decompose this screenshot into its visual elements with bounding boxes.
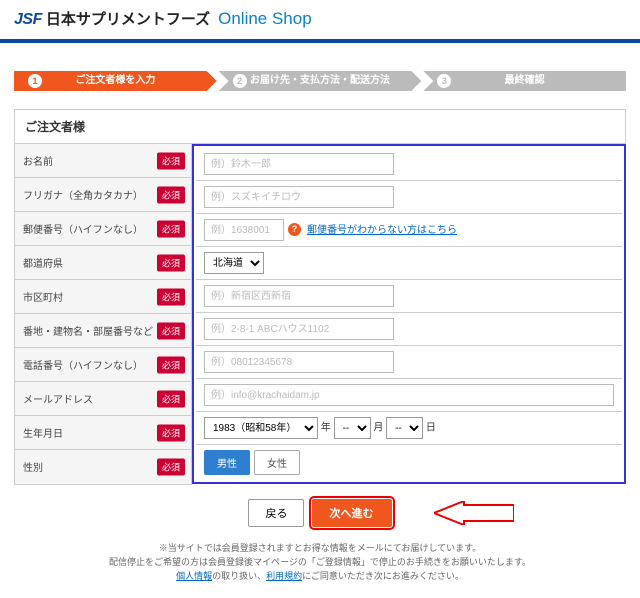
customer-form: お名前必須 ? 郵便番号がわからない方はこちら 北海道 1983（昭和58年） bbox=[14, 143, 626, 485]
step-3: 3最終確認 bbox=[423, 71, 626, 91]
step-1: 1ご注文者様を入力 bbox=[14, 71, 217, 91]
progress-steps: 1ご注文者様を入力 2お届け先・支払方法・配送方法 3最終確認 bbox=[14, 71, 626, 91]
email-input[interactable] bbox=[204, 384, 614, 406]
label-birth: 生年月日必須 bbox=[15, 416, 192, 450]
back-button[interactable]: 戻る bbox=[248, 499, 304, 527]
step-2: 2お届け先・支払方法・配送方法 bbox=[219, 71, 422, 91]
logo-online-shop: Online Shop bbox=[218, 9, 312, 29]
label-address: 番地・建物名・部屋番号など必須 bbox=[15, 314, 192, 348]
birth-day-select[interactable]: -- bbox=[386, 417, 423, 439]
next-button[interactable]: 次へ進む bbox=[312, 499, 392, 527]
label-gender: 性別必須 bbox=[15, 450, 192, 484]
furigana-input[interactable] bbox=[204, 186, 394, 208]
annotation-arrow-icon bbox=[434, 501, 514, 525]
footer-notice: ※当サイトでは会員登録されますとお得な情報をメールにてお届けしています。 配信停… bbox=[14, 541, 626, 584]
city-input[interactable] bbox=[204, 285, 394, 307]
section-title-customer: ご注文者様 bbox=[14, 109, 626, 143]
zip-help-link[interactable]: 郵便番号がわからない方はこちら bbox=[307, 225, 457, 236]
birth-month-select[interactable]: -- bbox=[334, 417, 371, 439]
brand-logo: JSF 日本サプリメントフーズ Online Shop bbox=[14, 8, 626, 29]
name-input[interactable] bbox=[204, 153, 394, 175]
logo-jsf: JSF bbox=[14, 11, 42, 29]
label-furigana: フリガナ（全角カタカナ）必須 bbox=[15, 178, 192, 212]
action-row: 戻る 次へ進む bbox=[14, 499, 626, 527]
site-header: JSF 日本サプリメントフーズ Online Shop bbox=[0, 0, 640, 43]
tel-input[interactable] bbox=[204, 351, 394, 373]
address-input[interactable] bbox=[204, 318, 394, 340]
logo-jp: 日本サプリメントフーズ bbox=[46, 8, 210, 29]
label-prefecture: 都道府県必須 bbox=[15, 246, 192, 280]
prefecture-select[interactable]: 北海道 bbox=[204, 252, 264, 274]
label-zip: 郵便番号（ハイフンなし）必須 bbox=[15, 212, 192, 246]
privacy-link[interactable]: 個人情報 bbox=[176, 571, 212, 581]
terms-link[interactable]: 利用規約 bbox=[266, 571, 302, 581]
label-city: 市区町村必須 bbox=[15, 280, 192, 314]
label-tel: 電話番号（ハイフンなし）必須 bbox=[15, 348, 192, 382]
birth-year-select[interactable]: 1983（昭和58年） bbox=[204, 417, 318, 439]
label-email: メールアドレス必須 bbox=[15, 382, 192, 416]
gender-female-button[interactable]: 女性 bbox=[254, 450, 300, 475]
required-badge: 必須 bbox=[157, 152, 185, 169]
gender-male-button[interactable]: 男性 bbox=[204, 450, 250, 475]
input-annotation-box: ?郵便番号がわからない方はこちら 北海道 1983（昭和58年） 年 -- 月 … bbox=[192, 144, 626, 484]
zip-input[interactable] bbox=[204, 219, 284, 241]
label-name: お名前必須 bbox=[15, 144, 192, 178]
help-icon: ? bbox=[288, 223, 301, 236]
